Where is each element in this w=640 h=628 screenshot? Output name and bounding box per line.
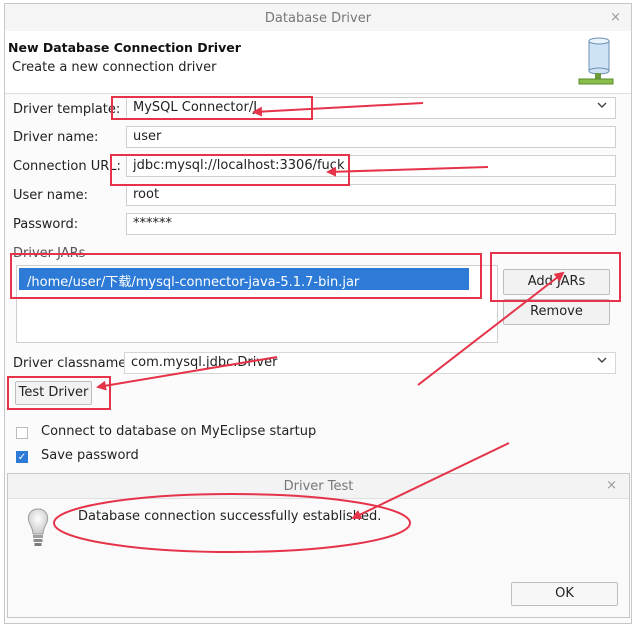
driver-test-title-bar[interactable]: Driver Test × [8, 474, 629, 499]
database-icon [578, 37, 614, 85]
save-password-label: Save password [41, 448, 139, 463]
annotation-driver-template-box [111, 96, 313, 120]
password-label: Password: [13, 217, 79, 232]
driver-template-label: Driver template: [13, 102, 121, 117]
driver-classname-label: Driver classname: [13, 356, 131, 371]
driver-name-input[interactable]: user [126, 126, 616, 148]
driver-test-message: Database connection successfully establi… [78, 509, 382, 524]
checkmark-icon: ✓ [17, 452, 27, 463]
driver-name-label: Driver name: [13, 130, 99, 145]
user-name-label: User name: [13, 188, 89, 203]
close-icon[interactable]: × [610, 10, 621, 25]
remove-jar-button[interactable]: Remove [503, 299, 610, 325]
title-bar[interactable]: Database Driver × [5, 4, 631, 32]
password-input[interactable]: ****** [126, 213, 616, 235]
annotation-url-box [110, 154, 350, 186]
header-title: New Database Connection Driver [8, 40, 241, 55]
window-title: Database Driver [264, 11, 372, 26]
chevron-down-icon[interactable] [597, 355, 607, 368]
chevron-down-icon[interactable] [597, 100, 607, 113]
user-name-input[interactable]: root [126, 184, 616, 206]
save-password-checkbox[interactable]: ✓ [16, 451, 28, 463]
annotation-add-jars-box [490, 252, 621, 302]
dialog-header: New Database Connection Driver Create a … [5, 31, 631, 94]
annotation-test-driver-box [7, 376, 111, 410]
driver-classname-value: com.mysql.jdbc.Driver [131, 355, 278, 370]
connect-startup-checkbox[interactable] [16, 427, 28, 439]
header-subtitle: Create a new connection driver [12, 60, 217, 75]
annotation-jar-box [10, 253, 482, 299]
ok-button[interactable]: OK [511, 582, 618, 606]
driver-test-title: Driver Test [283, 479, 354, 494]
driver-test-dialog: Driver Test × Database connection succes… [7, 473, 630, 618]
connect-startup-label: Connect to database on MyEclipse startup [41, 424, 317, 439]
connection-url-label: Connection URL: [13, 159, 121, 174]
driver-classname-select[interactable]: com.mysql.jdbc.Driver [124, 352, 616, 374]
lightbulb-icon [27, 508, 49, 546]
close-icon[interactable]: × [606, 478, 617, 493]
